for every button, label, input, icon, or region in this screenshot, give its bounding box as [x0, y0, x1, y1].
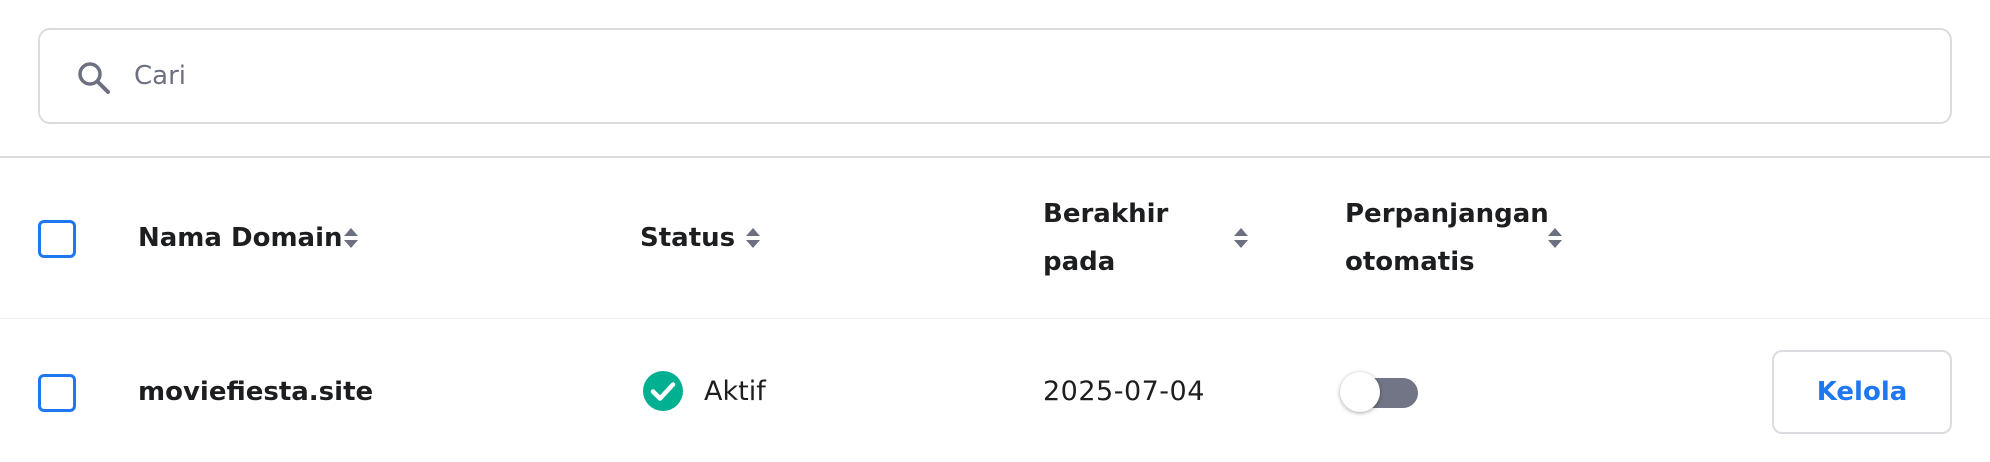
check-circle-icon: [643, 371, 683, 411]
expiry-date: 2025-07-04: [1043, 376, 1205, 407]
status-label: Aktif: [704, 376, 766, 407]
sort-icon[interactable]: [1546, 226, 1564, 250]
auto-renew-toggle[interactable]: [1340, 372, 1420, 412]
column-header-expiry-line1: Berakhir: [1043, 199, 1169, 229]
toggle-knob: [1340, 372, 1380, 412]
column-header-status[interactable]: Status: [640, 214, 735, 262]
column-header-auto-renew[interactable]: Perpanjangan otomatis: [1345, 190, 1565, 286]
header-divider: [0, 318, 1990, 319]
column-header-domain-label: Nama Domain: [138, 223, 343, 253]
select-all-checkbox[interactable]: [38, 220, 76, 258]
column-header-auto-renew-line2: otomatis: [1345, 247, 1475, 277]
search-divider: [0, 156, 1990, 158]
search-bar: [38, 28, 1952, 124]
sort-icon[interactable]: [342, 226, 360, 250]
manage-button[interactable]: Kelola: [1772, 350, 1952, 434]
domain-list-page: Nama Domain Status Berakhir pada Perpanj…: [0, 0, 1990, 462]
column-header-status-label: Status: [640, 223, 736, 253]
sort-icon[interactable]: [1232, 226, 1250, 250]
search-input[interactable]: [134, 50, 1914, 102]
sort-icon[interactable]: [744, 226, 762, 250]
domain-name[interactable]: moviefiesta.site: [138, 372, 373, 412]
search-icon: [78, 62, 110, 94]
column-header-expiry-line2: pada: [1043, 247, 1116, 277]
row-checkbox[interactable]: [38, 374, 76, 412]
column-header-expiry[interactable]: Berakhir pada: [1043, 190, 1203, 286]
column-header-domain[interactable]: Nama Domain: [138, 214, 343, 262]
column-header-auto-renew-line1: Perpanjangan: [1345, 199, 1549, 229]
